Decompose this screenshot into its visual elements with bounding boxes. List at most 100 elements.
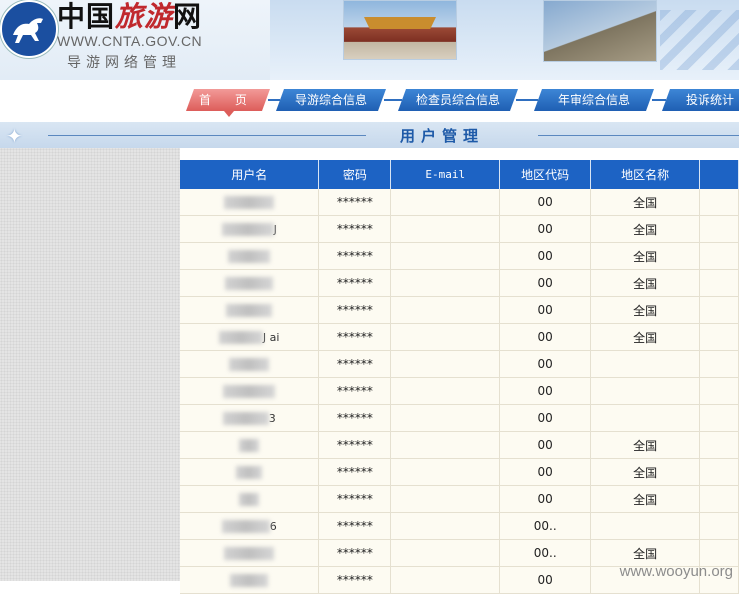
cell-extra — [699, 512, 739, 540]
cell-region-code: 00 — [499, 350, 592, 378]
nav-connector — [384, 99, 402, 101]
cell-password: ****** — [318, 350, 392, 378]
cell-username — [180, 269, 320, 297]
cell-email — [390, 485, 501, 513]
cell-username: J — [180, 215, 320, 243]
col-header-username[interactable]: 用户名 — [180, 160, 320, 189]
table-row[interactable]: ****** 00 全国 — [180, 242, 739, 270]
left-panel — [0, 148, 180, 581]
cell-region-name: 全国 — [590, 269, 701, 297]
watermark: www.wooyun.org — [619, 563, 733, 580]
cell-password: ****** — [318, 566, 392, 594]
cell-username — [180, 458, 320, 486]
cell-region-code: 00.. — [499, 539, 592, 567]
cell-region-name: 全国 — [590, 242, 701, 270]
cell-extra — [699, 215, 739, 243]
cell-region-name: 全国 — [590, 485, 701, 513]
table-row[interactable]: 6 ****** 00.. — [180, 512, 739, 540]
cell-username — [180, 377, 320, 405]
cell-username — [180, 296, 320, 324]
cell-extra — [699, 350, 739, 378]
cell-region-code: 00 — [499, 215, 592, 243]
cell-password: ****** — [318, 539, 392, 567]
cell-region-code: 00 — [499, 431, 592, 459]
tab-home[interactable]: 首 页 — [185, 89, 271, 111]
cell-username — [180, 431, 320, 459]
cell-extra — [699, 296, 739, 324]
horse-logo-icon[interactable] — [0, 0, 58, 58]
cell-password: ****** — [318, 377, 392, 405]
redacted-username — [224, 196, 275, 209]
cell-region-name: 全国 — [590, 189, 701, 216]
section-title-bar: ✦ 用户管理 — [0, 122, 739, 148]
cell-email — [390, 539, 501, 567]
table-row[interactable]: 3 ****** 00 — [180, 404, 739, 432]
col-header-region-name[interactable]: 地区名称 — [590, 160, 701, 189]
cell-region-code: 00 — [499, 566, 592, 594]
great-wall-photo — [543, 0, 657, 62]
username-visible-chars: 3 — [268, 412, 276, 425]
username-visible-chars: 6 — [269, 520, 277, 533]
cell-password: ****** — [318, 323, 392, 351]
cell-email — [390, 566, 501, 594]
table-row[interactable]: ****** 00 全国 — [180, 458, 739, 486]
redacted-username — [224, 547, 275, 560]
header-decoration — [660, 10, 739, 70]
cell-password: ****** — [318, 215, 392, 243]
user-table: 用户名 密码 E-mail 地区代码 地区名称 ****** 00 全国 J *****… — [180, 160, 739, 594]
nav-connector — [652, 99, 666, 101]
cell-region-name: 全国 — [590, 296, 701, 324]
table-row[interactable]: ****** 00 全国 — [180, 296, 739, 324]
username-visible-chars: J — [273, 223, 277, 236]
table-row[interactable]: ****** 00 — [180, 350, 739, 378]
cell-username — [180, 242, 320, 270]
main-nav: 首 页 导游综合信息 检查员综合信息 年审综合信息 投诉统计 — [0, 80, 739, 122]
redacted-username — [239, 439, 260, 452]
title-rule-left — [48, 135, 366, 136]
table-row[interactable]: ****** 00 全国 — [180, 431, 739, 459]
cell-region-name: 全国 — [590, 215, 701, 243]
redacted-username — [229, 358, 270, 371]
table-row[interactable]: ****** 00 全国 — [180, 485, 739, 513]
cell-region-code: 00 — [499, 404, 592, 432]
title-rule-right — [538, 135, 739, 136]
table-row[interactable]: J ai ****** 00 全国 — [180, 323, 739, 351]
cell-region-name — [590, 404, 701, 432]
col-header-password[interactable]: 密码 — [318, 160, 392, 189]
cell-email — [390, 458, 501, 486]
site-name-accent: 旅游 — [115, 0, 174, 33]
cell-region-name: 全国 — [590, 431, 701, 459]
table-row[interactable]: ****** 00 — [180, 377, 739, 405]
cell-email — [390, 269, 501, 297]
cell-region-code: 00 — [499, 189, 592, 216]
cell-username: 6 — [180, 512, 320, 540]
forbidden-city-photo — [343, 0, 457, 60]
cell-region-code: 00 — [499, 242, 592, 270]
tab-complaint-stats[interactable]: 投诉统计 — [661, 89, 739, 111]
table-row[interactable]: J ****** 00 全国 — [180, 215, 739, 243]
tab-annual-review-info[interactable]: 年审综合信息 — [533, 89, 655, 111]
cell-username — [180, 539, 320, 567]
table-row[interactable]: ****** 00 全国 — [180, 189, 739, 216]
cell-region-code: 00 — [499, 485, 592, 513]
nav-connector — [268, 99, 280, 101]
redacted-username — [226, 304, 273, 317]
table-row[interactable]: ****** 00 全国 — [180, 269, 739, 297]
redacted-username — [239, 493, 260, 506]
site-header: 中国旅游网 WWW.CNTA.GOV.CN 导游网络管理 — [0, 0, 739, 80]
cell-extra — [699, 485, 739, 513]
col-header-region-code[interactable]: 地区代码 — [499, 160, 592, 189]
nav-connector — [516, 99, 538, 101]
cell-extra — [699, 189, 739, 216]
redacted-username — [222, 412, 269, 425]
redacted-username — [221, 223, 274, 236]
redacted-username — [225, 277, 274, 290]
cell-username: J ai — [180, 323, 320, 351]
cell-region-name: 全国 — [590, 323, 701, 351]
col-header-email[interactable]: E-mail — [390, 160, 501, 189]
tab-inspector-info[interactable]: 检查员综合信息 — [397, 89, 519, 111]
tab-guide-info[interactable]: 导游综合信息 — [275, 89, 387, 111]
cell-region-code: 00 — [499, 269, 592, 297]
active-tab-pointer — [224, 111, 234, 117]
table-header-row: 用户名 密码 E-mail 地区代码 地区名称 — [180, 160, 739, 189]
